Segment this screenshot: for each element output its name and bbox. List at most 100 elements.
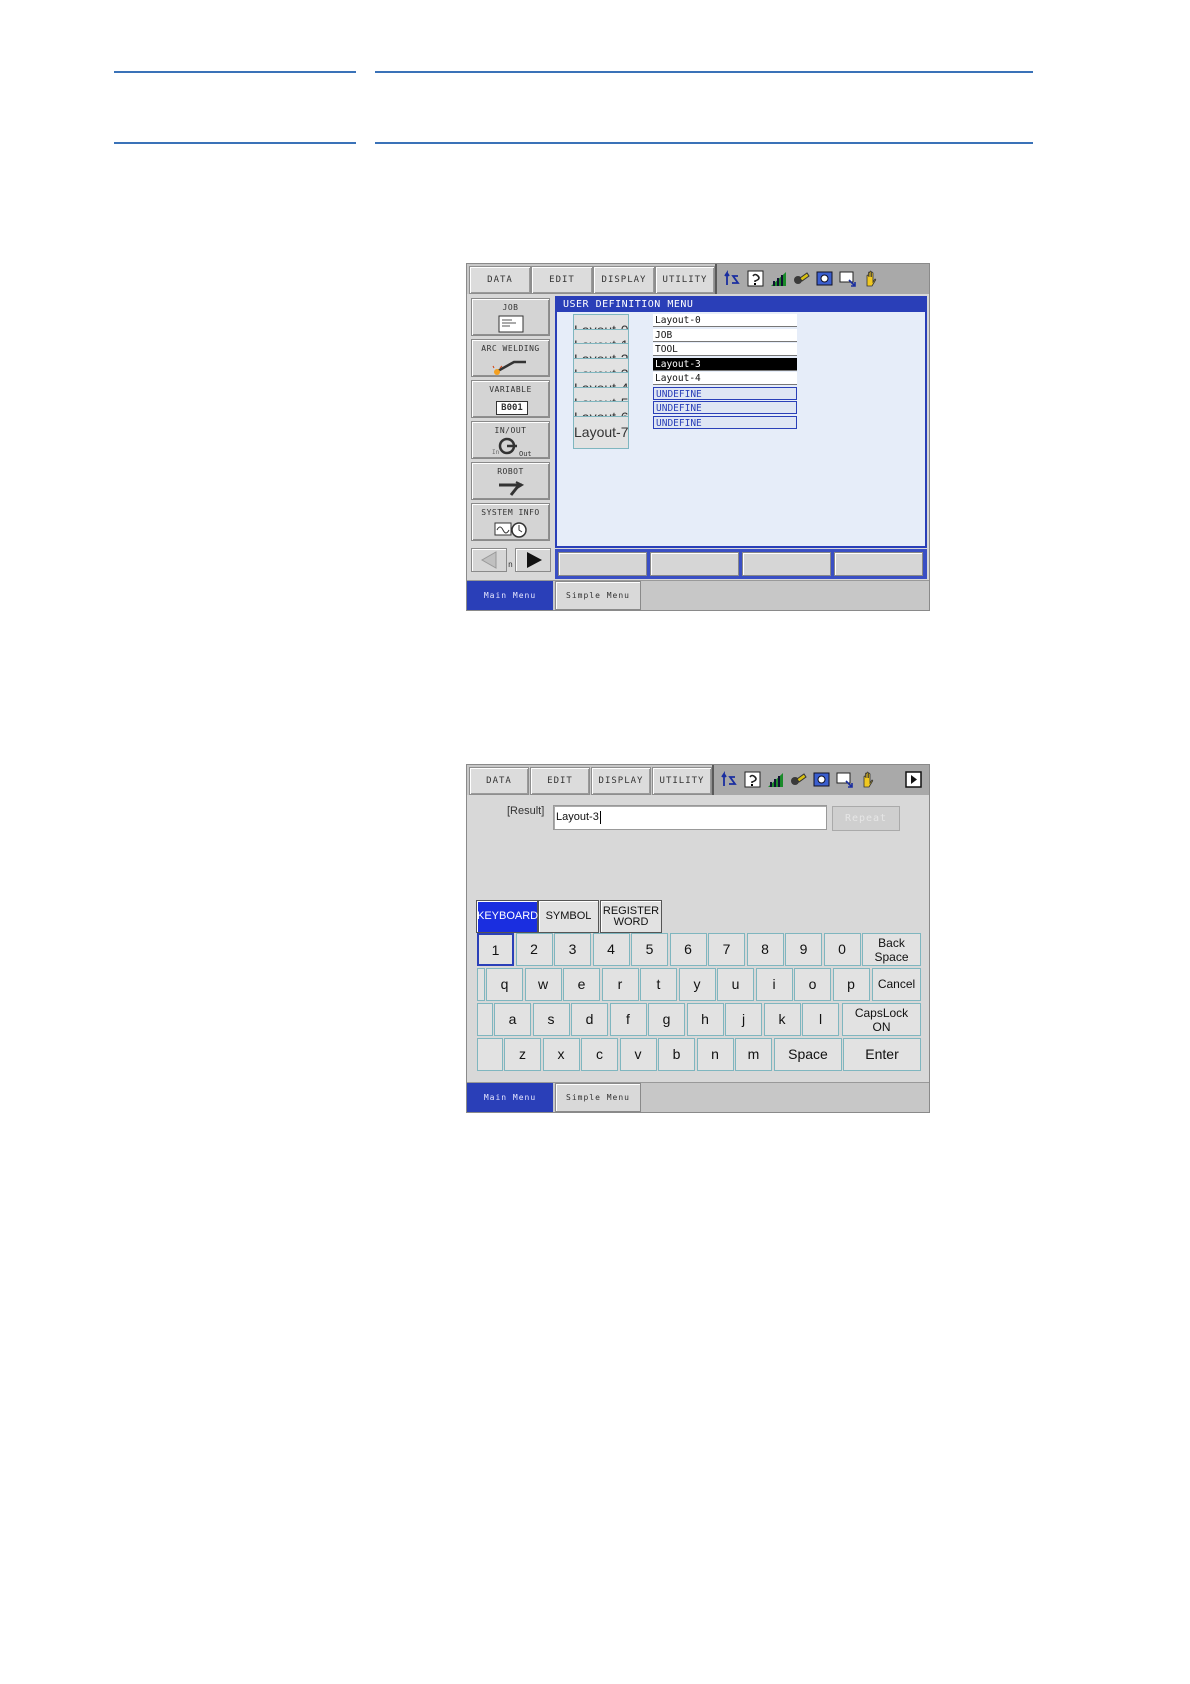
monitor-icon[interactable] [835,770,854,789]
camera-icon[interactable] [815,269,834,288]
signal-icon[interactable] [769,269,788,288]
key-2[interactable]: 2 [515,933,553,966]
function-key-2[interactable] [650,552,739,576]
tab-symbol[interactable]: SYMBOL [538,900,599,933]
key-v[interactable]: v [619,1038,657,1071]
monitor-icon[interactable] [838,269,857,288]
enter-key[interactable]: Enter [843,1038,921,1071]
key-b[interactable]: b [658,1038,695,1071]
next-page-icon[interactable] [904,770,923,789]
key-r[interactable]: r [601,968,639,1001]
key-p[interactable]: p [832,968,870,1001]
key-3[interactable]: 3 [554,933,591,966]
layout-row-value[interactable]: Layout-3 [653,357,797,371]
key-i[interactable]: i [755,968,793,1001]
layout-row[interactable]: Layout-4Layout-4 [557,372,927,405]
key-t[interactable]: t [640,968,677,1001]
menu-tab-data[interactable]: DATA [469,767,529,795]
signal-icon[interactable] [766,770,785,789]
layout-row[interactable]: Layout-1JOB [557,328,927,362]
function-key-3[interactable] [742,552,831,576]
key-m[interactable]: m [735,1038,772,1071]
menu-tab-utility[interactable]: UTILITY [652,767,712,795]
key-s[interactable]: s [532,1003,570,1036]
row2-spacer-key[interactable] [477,968,485,1001]
function-key-4[interactable] [834,552,923,576]
key-o[interactable]: o [794,968,831,1001]
key-6[interactable]: 6 [669,933,707,966]
side-menu-arc-welding[interactable]: ARC WELDING [471,339,550,377]
key-a[interactable]: a [494,1003,531,1036]
layout-row-value[interactable]: Layout-4 [653,372,797,385]
key-7[interactable]: 7 [708,933,745,966]
key-1[interactable]: 1 [477,933,514,966]
help-icon[interactable] [746,269,765,288]
layout-row[interactable]: Layout-0Layout-0 [557,314,927,347]
side-menu-variable[interactable]: VARIABLE B001 [471,380,550,418]
camera-icon[interactable] [812,770,831,789]
key-f[interactable]: f [609,1003,647,1036]
key-l[interactable]: l [802,1003,839,1036]
robot-tool-icon[interactable] [792,269,811,288]
axis-cycle-icon[interactable] [723,269,742,288]
layout-row[interactable]: Layout-5UNDEFINE [557,386,927,420]
key-u[interactable]: u [717,968,754,1001]
menu-tab-utility[interactable]: UTILITY [655,266,715,294]
key-n[interactable]: n [696,1038,734,1071]
layout-row-value[interactable]: UNDEFINE [653,401,797,414]
hand-icon[interactable] [858,770,877,789]
function-key-1[interactable] [558,552,647,576]
robot-tool-icon[interactable] [789,770,808,789]
key-j[interactable]: j [725,1003,762,1036]
tab-keyboard[interactable]: KEYBOARD [476,900,538,933]
side-menu-system-info[interactable]: SYSTEM INFO [471,503,550,541]
help-icon[interactable] [743,770,762,789]
key-0[interactable]: 0 [823,933,861,966]
layout-row[interactable]: Layout-6UNDEFINE [557,401,927,434]
side-menu-robot[interactable]: ROBOT [471,462,550,500]
main-menu-tab[interactable]: Main Menu [467,581,553,610]
key-8[interactable]: 8 [746,933,784,966]
simple-menu-tab[interactable]: Simple Menu [555,1083,641,1112]
page-forward-button[interactable] [515,548,551,572]
simple-menu-tab[interactable]: Simple Menu [555,581,641,610]
layout-row-value[interactable]: UNDEFINE [653,386,797,400]
menu-tab-edit[interactable]: EDIT [531,266,593,294]
hand-icon[interactable] [861,269,880,288]
key-h[interactable]: h [686,1003,724,1036]
key-g[interactable]: g [648,1003,685,1036]
row4-spacer-key[interactable] [477,1038,503,1071]
key-z[interactable]: z [504,1038,541,1071]
row3-spacer-key[interactable] [477,1003,493,1036]
key-4[interactable]: 4 [592,933,630,966]
key-q[interactable]: q [486,968,523,1001]
side-menu-in-out[interactable]: IN/OUT In Out [471,421,550,459]
layout-row-value[interactable]: Layout-0 [653,314,797,327]
key-9[interactable]: 9 [785,933,822,966]
layout-row-value[interactable]: JOB [653,328,797,342]
layout-row[interactable]: Layout-2TOOL [557,343,927,376]
menu-tab-display[interactable]: DISPLAY [591,767,651,795]
axis-cycle-icon[interactable] [720,770,739,789]
key-d[interactable]: d [571,1003,608,1036]
page-back-button[interactable] [471,548,507,572]
backspace-key[interactable]: Back Space [862,933,921,966]
layout-row[interactable]: Layout-7 UNDEFINE [557,415,927,449]
layout-row-value[interactable]: TOOL [653,343,797,356]
side-menu-job[interactable]: JOB [471,298,550,336]
cancel-key[interactable]: Cancel [872,968,921,1001]
result-input[interactable]: Layout-3 [553,805,827,830]
key-5[interactable]: 5 [631,933,668,966]
key-c[interactable]: c [581,1038,618,1071]
menu-tab-data[interactable]: DATA [469,266,531,294]
menu-tab-edit[interactable]: EDIT [530,767,590,795]
repeat-button[interactable]: Repeat [832,806,900,831]
layout-row-value[interactable]: UNDEFINE [653,415,797,429]
layout-row[interactable]: Layout-3Layout-3 [557,357,927,391]
menu-tab-display[interactable]: DISPLAY [593,266,655,294]
key-w[interactable]: w [524,968,562,1001]
main-menu-tab[interactable]: Main Menu [467,1083,553,1112]
key-y[interactable]: y [678,968,716,1001]
tab-register-word[interactable]: REGISTER WORD [600,900,662,933]
capslock-key[interactable]: CapsLock ON [842,1003,921,1036]
